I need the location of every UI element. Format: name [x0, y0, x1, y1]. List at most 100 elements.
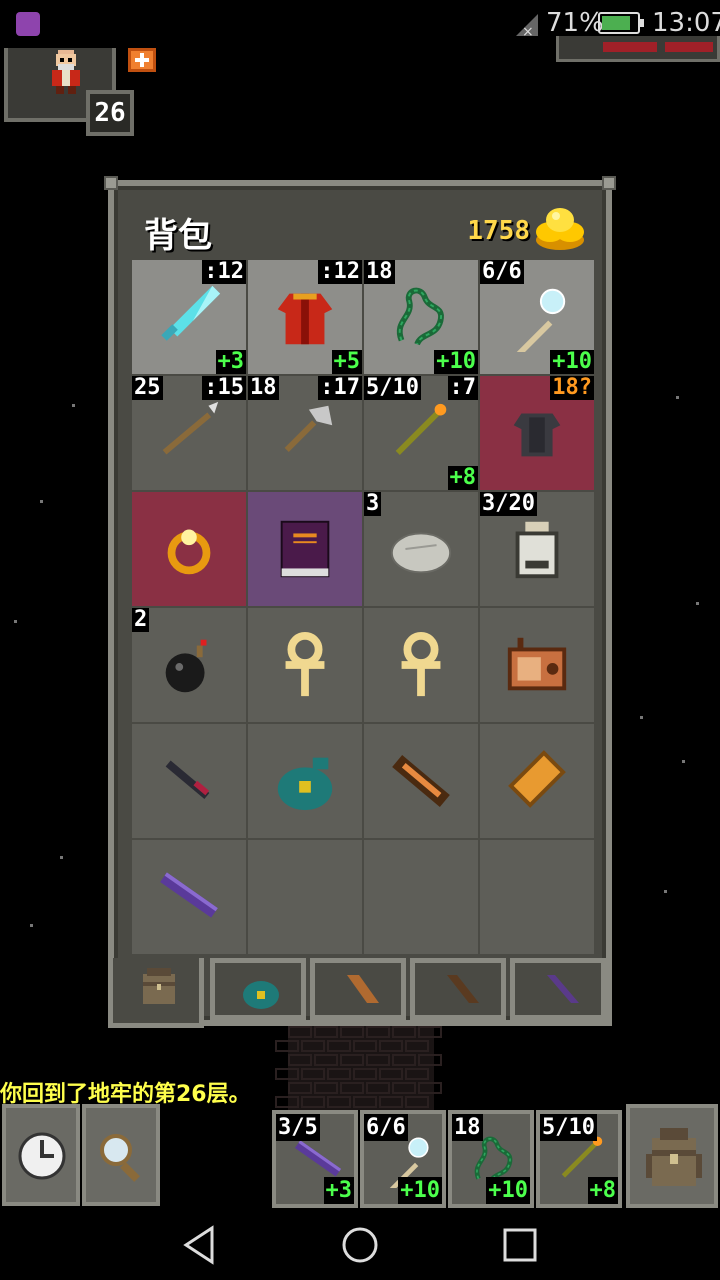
slot-quantity: 2 — [132, 608, 150, 632]
inventory-grid: :12 +3:12 +5 18 +10 6/6 +10 25:15 18:17 5/10:7 +8 1… — [132, 260, 596, 956]
red-robe-armor-icon — [277, 293, 333, 345]
hero-level-badge: 26 — [86, 90, 134, 136]
search-button[interactable] — [82, 1104, 160, 1206]
diamond-sword-icon — [161, 285, 221, 341]
throwing-axe-icon — [284, 405, 333, 453]
inventory-slot[interactable]: 18? — [480, 376, 594, 490]
tab-wand-holster[interactable] — [410, 958, 506, 1020]
dungeon-floor[interactable] — [275, 1026, 442, 1110]
empty-inventory-slot[interactable] — [248, 840, 362, 954]
slot-quantity: 5/10 — [364, 376, 421, 400]
inventory-slot[interactable] — [248, 724, 362, 838]
tab-potion-bandolier[interactable] — [510, 958, 606, 1020]
ankh-icon — [285, 631, 325, 697]
empty-inventory-slot[interactable] — [480, 840, 594, 954]
inventory-slot[interactable] — [248, 492, 362, 606]
slot-quantity: 6/6 — [480, 260, 524, 284]
quickslot-upgrade: +3 — [323, 1177, 354, 1204]
quickslot-upgrade: +10 — [486, 1177, 530, 1204]
slot-strength-requirement: 18? — [550, 376, 594, 400]
app-notification-icon — [16, 12, 40, 36]
inventory-slot[interactable]: :12 +3 — [132, 260, 246, 374]
quickslot[interactable]: 18 +10 — [448, 1110, 534, 1208]
clock-time: 13:07 — [652, 8, 720, 38]
inventory-slot[interactable] — [132, 840, 246, 954]
quickslot[interactable]: 5/10 +8 — [536, 1110, 622, 1208]
green-chain-icon — [396, 287, 444, 346]
quickslot-upgrade: +8 — [587, 1177, 618, 1204]
back-icon[interactable] — [180, 1224, 222, 1266]
recents-icon[interactable] — [499, 1224, 541, 1266]
wait-button[interactable] — [2, 1104, 80, 1206]
slot-strength-requirement: :7 — [447, 376, 478, 400]
hero-panel[interactable]: 26 — [0, 48, 134, 138]
slot-upgrade-level: +3 — [215, 349, 246, 374]
inventory-slot[interactable] — [480, 724, 594, 838]
slot-upgrade-level: +5 — [331, 349, 362, 374]
backpack-icon — [646, 1128, 702, 1186]
quickslot-charges: 6/6 — [364, 1114, 408, 1141]
gold-count: 1758 — [467, 216, 530, 246]
amber-ring-icon — [167, 529, 211, 575]
quickslot[interactable]: 3/5 +3 — [272, 1110, 358, 1208]
bottom-toolbar: 3/5 +3 6/6 +10 18 +10 5/10 +8 — [0, 1104, 720, 1210]
wand-holster-tab-icon — [447, 975, 479, 1003]
inventory-slot[interactable] — [364, 724, 478, 838]
inventory-slot[interactable] — [364, 608, 478, 722]
inventory-slot[interactable]: 5/10:7 +8 — [364, 376, 478, 490]
slot-strength-requirement: :12 — [318, 260, 362, 284]
quickslot-charges: 18 — [452, 1114, 483, 1141]
purple-wand-icon — [160, 872, 218, 918]
quickslot-upgrade: +10 — [398, 1177, 442, 1204]
danger-indicator[interactable] — [556, 36, 720, 62]
quickslot-charges: 5/10 — [540, 1114, 597, 1141]
slot-quantity: 18 — [364, 260, 395, 284]
inventory-slot[interactable] — [132, 724, 246, 838]
seed-pouch-icon — [277, 757, 333, 811]
slot-quantity: 3 — [364, 492, 382, 516]
scroll-holder-icon — [508, 750, 566, 808]
quickslot[interactable]: 6/6 +10 — [360, 1110, 446, 1208]
backpack-tab-icon — [143, 968, 175, 1004]
svg-text:×: × — [522, 24, 534, 38]
inventory-slot[interactable]: 3/20 — [480, 492, 594, 606]
stone-icon — [390, 532, 452, 574]
slot-strength-requirement: :15 — [202, 376, 246, 400]
tab-seed-pouch[interactable] — [210, 958, 306, 1020]
backpack-button[interactable] — [626, 1104, 718, 1208]
inventory-slot[interactable]: 18 +10 — [364, 260, 478, 374]
inventory-slot[interactable]: 2 — [132, 608, 246, 722]
dark-armor-icon — [513, 413, 561, 457]
slot-strength-requirement: :17 — [318, 376, 362, 400]
inventory-slot[interactable] — [248, 608, 362, 722]
potion-bandolier-tab-icon — [547, 975, 579, 1003]
inventory-slot[interactable]: 18:17 — [248, 376, 362, 490]
clock-icon — [18, 1132, 66, 1180]
empty-inventory-slot[interactable] — [364, 840, 478, 954]
inventory-slot[interactable] — [132, 492, 246, 606]
bag-tabs — [108, 958, 612, 1028]
bomb-icon — [165, 639, 207, 693]
battery-percent: 71% — [546, 8, 604, 38]
inventory-slot[interactable]: 3 — [364, 492, 478, 606]
slot-quantity: 3/20 — [480, 492, 537, 516]
health-buff-icon[interactable] — [128, 48, 156, 72]
backpack-window: 背包 1758 :12 +3:12 +5 18 +10 6/6 +10 25:15 18:17 5… — [104, 176, 616, 1026]
ankh-icon — [401, 631, 441, 697]
fire-staff-icon — [395, 403, 447, 455]
tab-backpack[interactable] — [108, 958, 204, 1028]
signal-icon: × — [516, 14, 538, 38]
slot-upgrade-level: +10 — [434, 349, 478, 374]
android-nav-bar — [0, 1210, 720, 1280]
slot-strength-requirement: :12 — [202, 260, 246, 284]
battery-icon — [598, 12, 644, 34]
inventory-slot[interactable]: 25:15 — [132, 376, 246, 490]
home-icon[interactable] — [339, 1224, 381, 1266]
tab-scroll-holder[interactable] — [310, 958, 406, 1020]
dew-vial-icon — [515, 521, 559, 579]
inventory-slot[interactable]: :12 +5 — [248, 260, 362, 374]
radio-icon — [507, 637, 567, 691]
inventory-slot[interactable]: 6/6 +10 — [480, 260, 594, 374]
inventory-slot[interactable] — [480, 608, 594, 722]
hero-avatar-icon — [52, 50, 80, 94]
